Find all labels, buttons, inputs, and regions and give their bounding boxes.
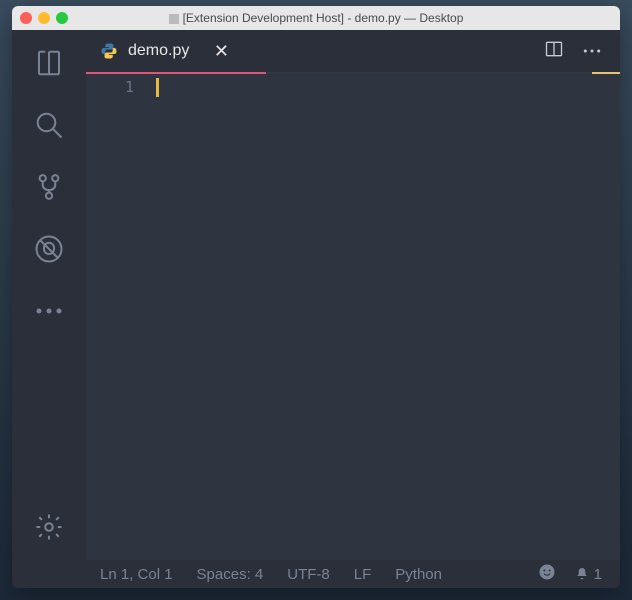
debug-icon[interactable] xyxy=(34,234,64,264)
status-indentation[interactable]: Spaces: 4 xyxy=(197,566,264,583)
split-editor-icon[interactable] xyxy=(544,39,564,64)
tab-bar: demo.py ✕ xyxy=(86,30,620,72)
window-controls xyxy=(20,12,68,24)
tab-close-icon[interactable]: ✕ xyxy=(213,43,229,59)
tab-demo-py[interactable]: demo.py ✕ xyxy=(86,30,243,72)
cursor-caret xyxy=(156,78,159,97)
feedback-smile-icon[interactable] xyxy=(538,563,556,585)
status-encoding[interactable]: UTF-8 xyxy=(287,566,330,583)
status-cursor-position[interactable]: Ln 1, Col 1 xyxy=(100,566,173,583)
line-number: 1 xyxy=(86,78,134,96)
file-icon xyxy=(169,14,179,24)
tab-actions xyxy=(544,39,616,64)
settings-gear-icon[interactable] xyxy=(34,512,64,542)
more-icon[interactable] xyxy=(34,296,64,326)
search-icon[interactable] xyxy=(34,110,64,140)
status-bar: Ln 1, Col 1 Spaces: 4 UTF-8 LF Python 1 xyxy=(12,560,620,588)
window-body: demo.py ✕ 1 xyxy=(12,30,620,560)
gutter: 1 xyxy=(86,74,156,560)
status-eol[interactable]: LF xyxy=(354,566,372,583)
window-title: [Extension Development Host] - demo.py —… xyxy=(12,11,620,25)
editor-area[interactable]: 1 xyxy=(86,74,620,560)
tab-label: demo.py xyxy=(128,42,189,60)
source-control-icon[interactable] xyxy=(34,172,64,202)
more-actions-icon[interactable] xyxy=(582,42,602,60)
notifications-bell[interactable]: 1 xyxy=(574,566,602,583)
window-minimize-button[interactable] xyxy=(38,12,50,24)
main-area: demo.py ✕ 1 xyxy=(86,30,620,560)
python-icon xyxy=(100,42,118,60)
editor-window: [Extension Development Host] - demo.py —… xyxy=(12,6,620,588)
window-close-button[interactable] xyxy=(20,12,32,24)
window-maximize-button[interactable] xyxy=(56,12,68,24)
explorer-icon[interactable] xyxy=(34,48,64,78)
activity-bar xyxy=(12,30,86,560)
status-language[interactable]: Python xyxy=(395,566,442,583)
notifications-count: 1 xyxy=(594,566,602,583)
titlebar: [Extension Development Host] - demo.py —… xyxy=(12,6,620,30)
